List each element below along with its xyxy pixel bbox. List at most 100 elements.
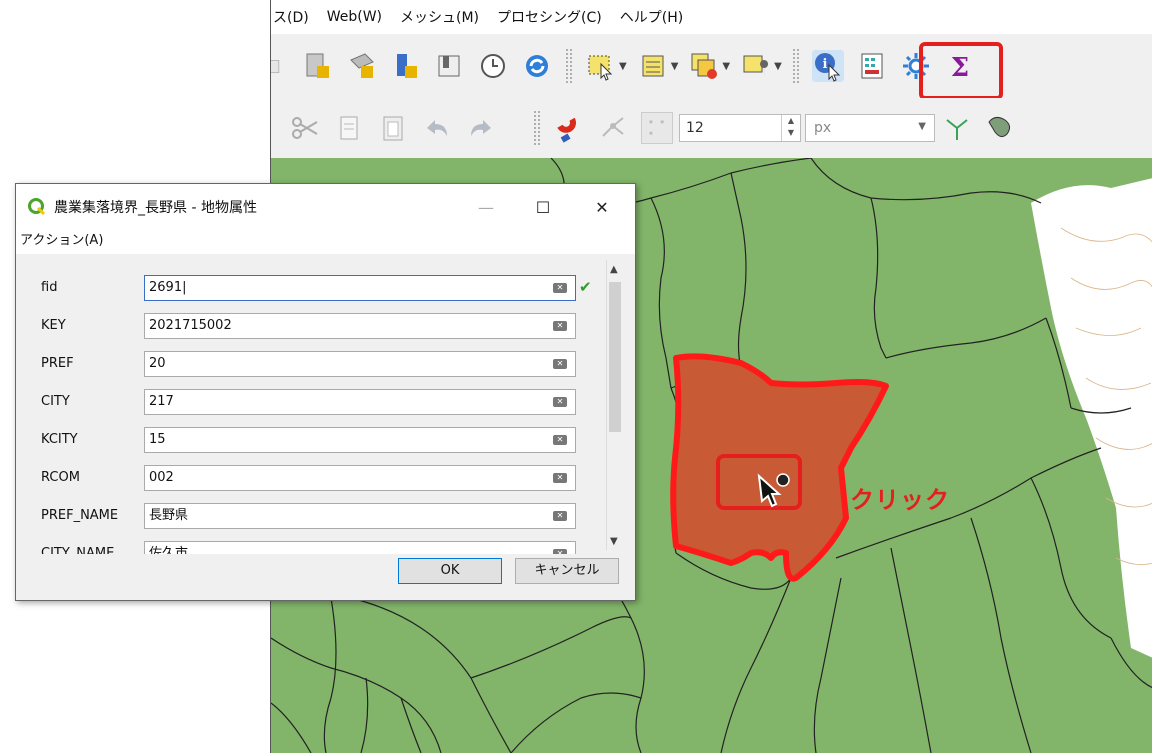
vertex-tool-icon[interactable] (597, 112, 629, 144)
attribute-form: fid 2691| ✕ ✔ KEY 2021715002 ✕ PREF 20 ✕… (16, 254, 606, 554)
menu-database[interactable]: ス(D) (271, 7, 319, 27)
field-calculator-icon[interactable] (856, 50, 888, 82)
field-label: KEY (41, 318, 66, 333)
toolbar-attributes: ▼ ▼ ▼ ▼ i Σ (271, 34, 1152, 98)
undo-icon[interactable] (421, 112, 453, 144)
copy-icon[interactable] (333, 112, 365, 144)
form-scrollbar[interactable]: ▲ ▼ (606, 260, 624, 550)
field-input-key[interactable]: 2021715002 ✕ (144, 313, 576, 339)
cancel-button[interactable]: キャンセル (515, 558, 619, 584)
clear-icon[interactable]: ✕ (553, 435, 567, 445)
deselect-icon[interactable] (688, 50, 720, 82)
select-location-icon[interactable] (740, 50, 772, 82)
field-input-kcity[interactable]: 15 ✕ (144, 427, 576, 453)
field-value: 15 (149, 432, 166, 447)
clear-icon[interactable]: ✕ (553, 321, 567, 331)
menu-actions[interactable]: アクション(A) (20, 233, 103, 248)
identify-tool-highlight (919, 42, 1003, 100)
field-row-rcom: RCOM 002 ✕ (16, 465, 606, 493)
report-icon[interactable] (389, 50, 421, 82)
bookmark-icon[interactable] (433, 50, 465, 82)
dialog-title: 農業集落境界_長野県 - 地物属性 (54, 200, 257, 216)
scrollbar-thumb[interactable] (609, 282, 621, 432)
attribute-table-icon[interactable] (637, 50, 669, 82)
menubar: ス(D) Web(W) メッシュ(M) プロセシング(C) ヘルプ(H) (271, 0, 1152, 34)
field-input-rcom[interactable]: 002 ✕ (144, 465, 576, 491)
chevron-down-icon[interactable]: ▼ (722, 61, 730, 72)
menu-help[interactable]: ヘルプ(H) (612, 7, 693, 27)
close-icon[interactable]: ✕ (580, 192, 624, 222)
feature-attributes-dialog: 農業集落境界_長野県 - 地物属性 — ☐ ✕ アクション(A) fid 269… (15, 183, 636, 601)
field-value: 2691| (149, 280, 187, 295)
click-annotation: クリック (850, 486, 950, 514)
topology-icon[interactable] (941, 112, 973, 144)
temporal-icon[interactable] (477, 50, 509, 82)
field-row-city: CITY 217 ✕ (16, 389, 606, 417)
minimize-icon[interactable]: — (464, 192, 508, 222)
field-label: fid (41, 280, 58, 295)
cut-icon[interactable] (289, 112, 321, 144)
clear-icon[interactable]: ✕ (553, 283, 567, 293)
toolbar-separator (565, 48, 573, 84)
dialog-button-bar: OK キャンセル (16, 554, 635, 600)
field-label: CITY_NAME (41, 546, 115, 554)
scroll-up-icon[interactable]: ▲ (610, 264, 618, 275)
field-input-city-name[interactable]: 佐久市 ✕ (144, 541, 576, 554)
check-icon: ✔ (579, 278, 592, 296)
menu-mesh[interactable]: メッシュ(M) (392, 7, 489, 27)
layout-manager-icon[interactable] (345, 50, 377, 82)
scroll-down-icon[interactable]: ▼ (610, 536, 618, 547)
manager-icon[interactable] (301, 50, 333, 82)
layout-icon[interactable] (271, 50, 289, 82)
field-input-pref[interactable]: 20 ✕ (144, 351, 576, 377)
field-value: 佐久市 (149, 546, 189, 554)
field-input-pref-name[interactable]: 長野県 ✕ (144, 503, 576, 529)
clear-icon[interactable]: ✕ (553, 511, 567, 521)
toolbar-separator (791, 48, 800, 84)
dialog-titlebar[interactable]: 農業集落境界_長野県 - 地物属性 — ☐ ✕ (16, 184, 635, 230)
field-value: 217 (149, 394, 174, 409)
field-row-key: KEY 2021715002 ✕ (16, 313, 606, 341)
menu-processing[interactable]: プロセシング(C) (489, 7, 612, 27)
snap-tolerance-spinbox[interactable]: 12 ▲ ▼ (679, 114, 801, 142)
chevron-down-icon[interactable]: ▼ (619, 61, 627, 72)
field-row-kcity: KCITY 15 ✕ (16, 427, 606, 455)
spin-arrows-icon[interactable]: ▲ ▼ (781, 115, 800, 141)
toolbar-separator (533, 110, 541, 146)
field-value: 2021715002 (149, 318, 232, 333)
redo-icon[interactable] (465, 112, 497, 144)
field-input-fid[interactable]: 2691| ✕ (144, 275, 576, 301)
field-value: 長野県 (149, 508, 189, 523)
qgis-logo-icon (28, 198, 46, 216)
field-row-pref-name: PREF_NAME 長野県 ✕ (16, 503, 606, 531)
snap-type-icon[interactable] (641, 112, 673, 144)
identify-features-icon[interactable]: i (811, 50, 844, 82)
field-value: 002 (149, 470, 174, 485)
toolbar-digitizing: 12 ▲ ▼ px ▼ (271, 98, 1152, 158)
field-value: 20 (149, 356, 166, 371)
snap-unit-value: px (814, 120, 832, 136)
field-input-city[interactable]: 217 ✕ (144, 389, 576, 415)
paste-icon[interactable] (377, 112, 409, 144)
field-row-city-name: CITY_NAME 佐久市 ✕ (16, 541, 606, 554)
select-feature-icon[interactable] (585, 50, 617, 82)
snap-tolerance-value: 12 (686, 120, 704, 136)
chevron-down-icon[interactable]: ▼ (774, 61, 782, 72)
maximize-icon[interactable]: ☐ (521, 192, 565, 222)
dialog-menubar: アクション(A) (16, 230, 635, 254)
magnet-icon[interactable] (553, 112, 585, 144)
field-label: KCITY (41, 432, 78, 447)
snap-unit-select[interactable]: px ▼ (805, 114, 935, 142)
chevron-down-icon[interactable]: ▼ (671, 61, 679, 72)
field-label: CITY (41, 394, 70, 409)
ok-button[interactable]: OK (398, 558, 502, 584)
refresh-icon[interactable] (521, 50, 553, 82)
clear-icon[interactable]: ✕ (553, 473, 567, 483)
chevron-down-icon: ▼ (918, 121, 926, 132)
field-row-fid: fid 2691| ✕ ✔ (16, 275, 606, 303)
clear-icon[interactable]: ✕ (553, 397, 567, 407)
menu-web[interactable]: Web(W) (319, 9, 392, 25)
trace-icon[interactable] (985, 112, 1017, 144)
clear-icon[interactable]: ✕ (553, 359, 567, 369)
field-label: PREF (41, 356, 74, 371)
